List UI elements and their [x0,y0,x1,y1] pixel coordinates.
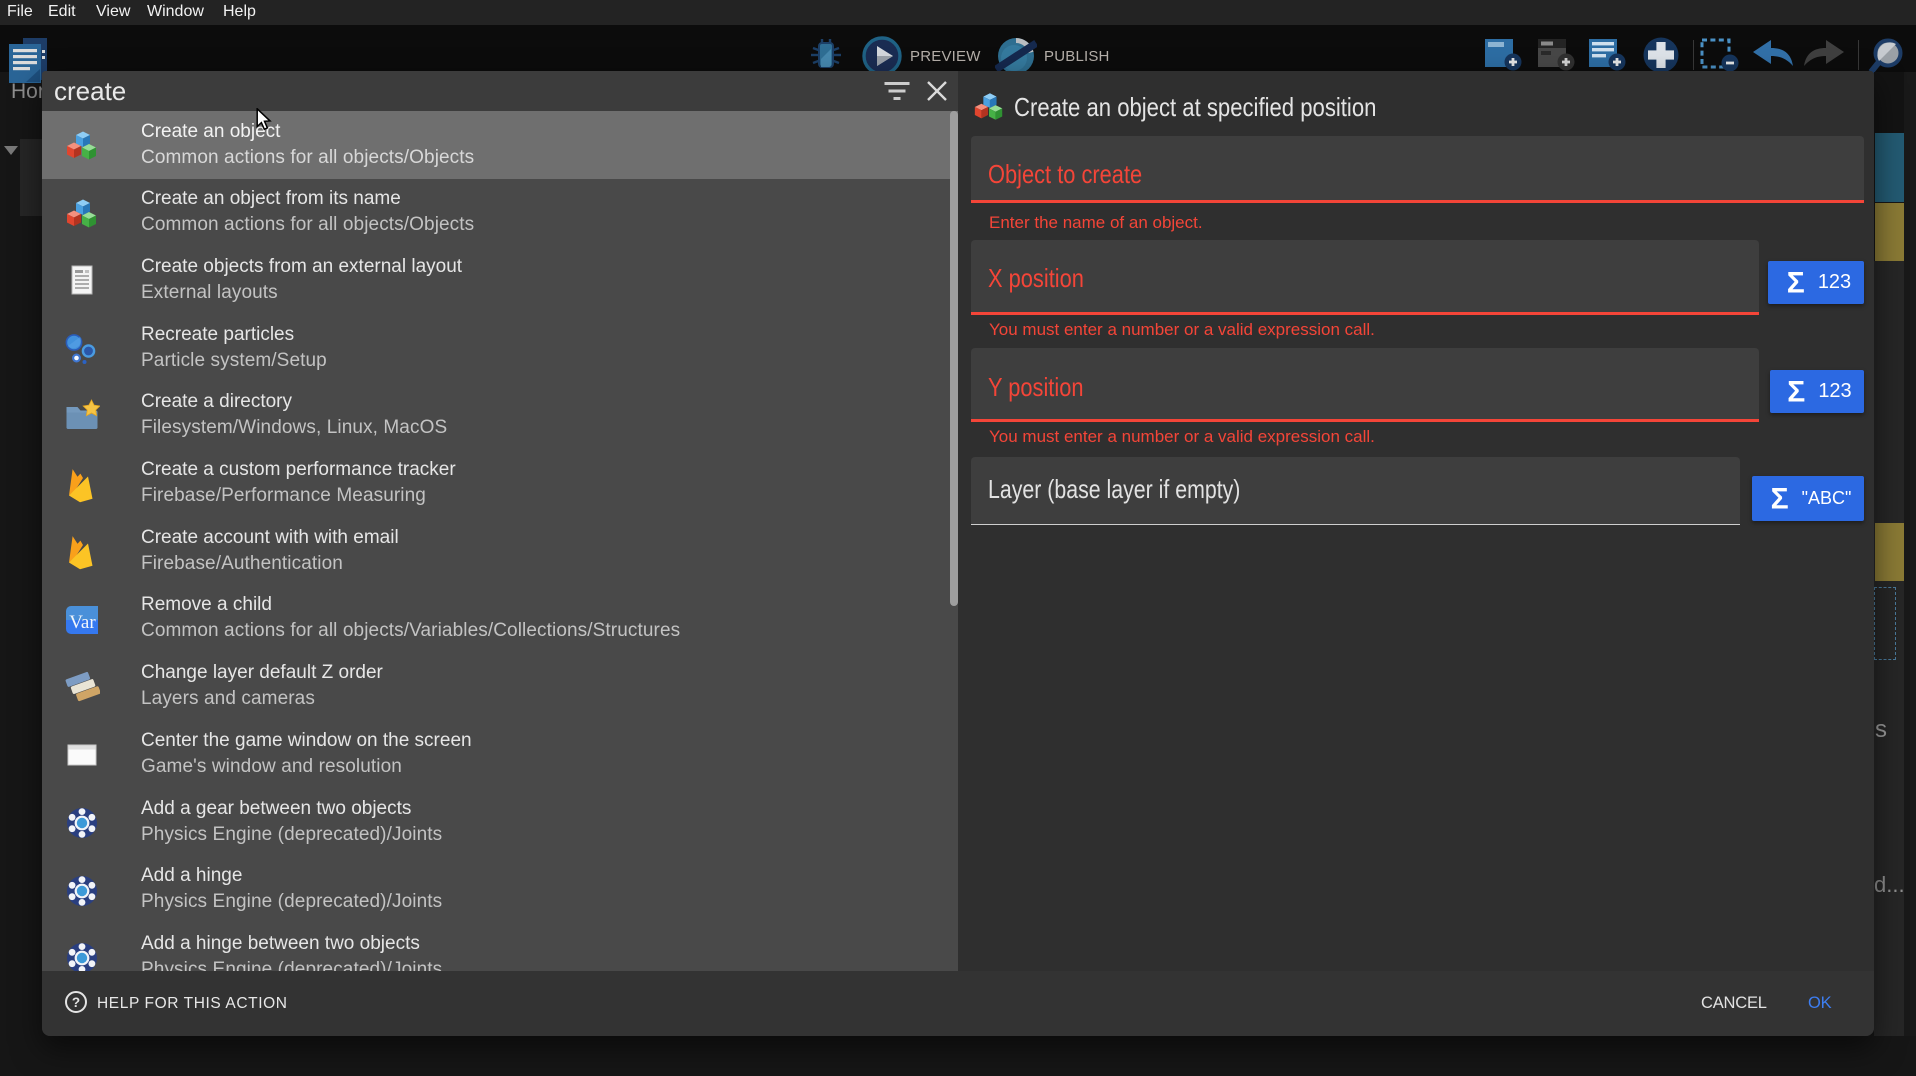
svg-text:?: ? [72,995,80,1010]
